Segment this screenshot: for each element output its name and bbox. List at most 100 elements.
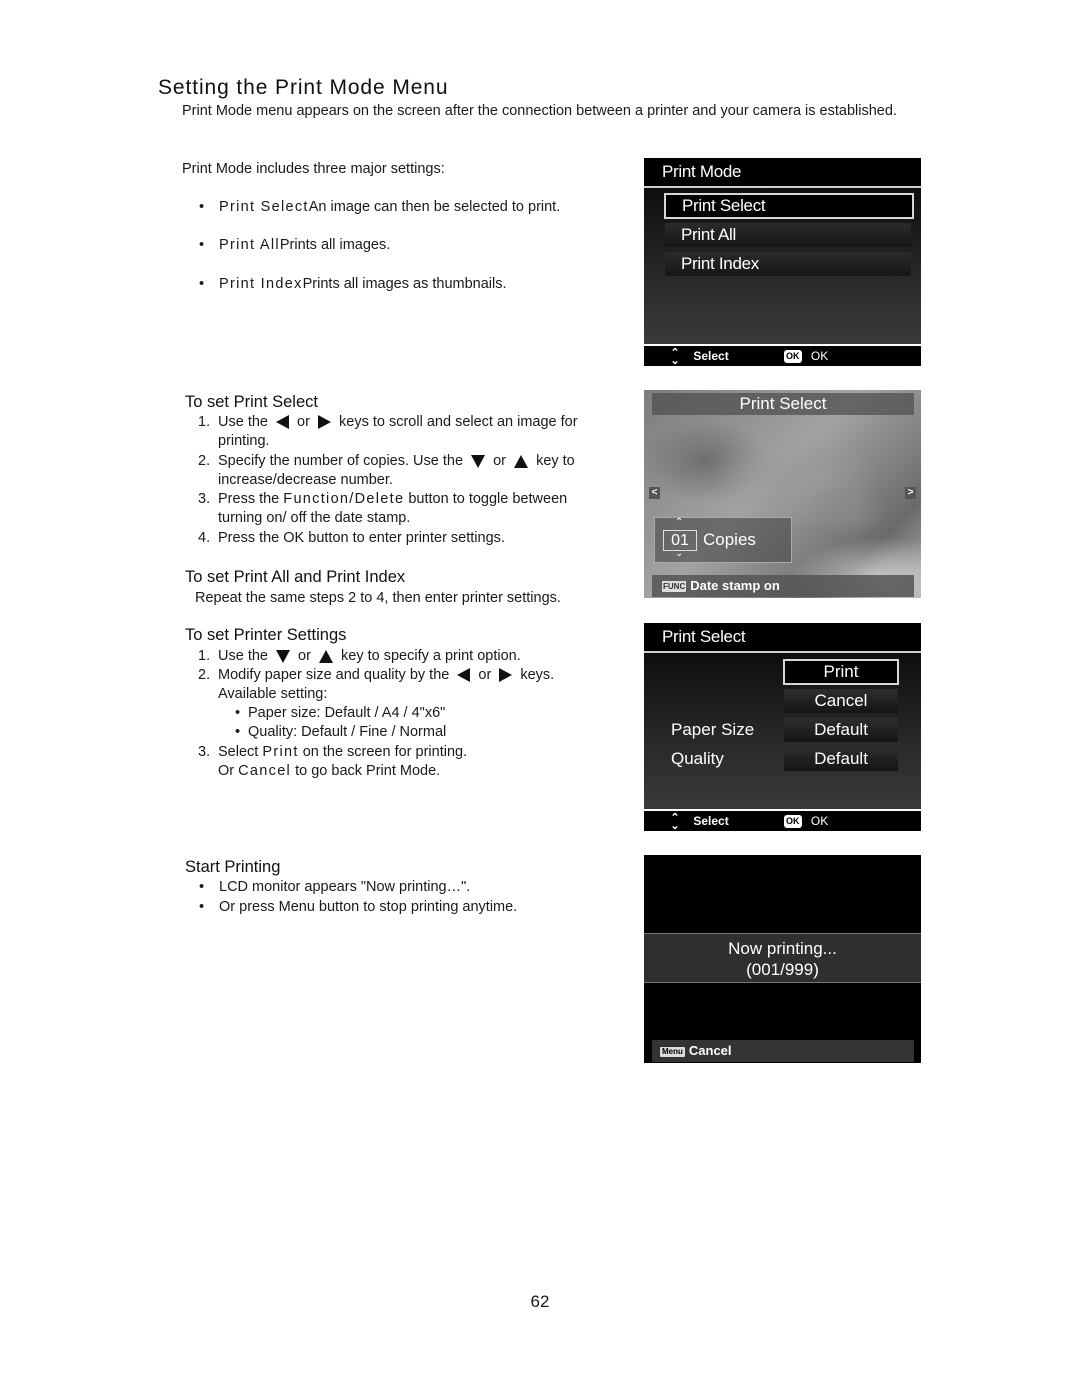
ok-button-icon: OK	[784, 815, 802, 829]
setting-name: Print Index	[219, 276, 303, 292]
screen-body: Print Cancel Paper Size Default Quality …	[644, 653, 921, 809]
footer-ok: OK	[810, 349, 829, 363]
ps-step-2-cont: Available setting:	[218, 686, 328, 702]
down-arrow-icon	[471, 454, 486, 468]
screen-body: Print Select Print All Print Index	[644, 188, 921, 344]
step-number: 2.	[198, 453, 211, 469]
setting-name: Print All	[219, 237, 280, 253]
setting-item-print-index: • Print Index Prints all images as thumb…	[199, 275, 507, 294]
paper-size-select[interactable]: Default	[784, 718, 898, 742]
bullet-text: Or press Menu button to stop printing an…	[219, 899, 518, 915]
step-text: key to	[536, 453, 575, 469]
bullet: •	[199, 237, 205, 253]
menu-item-print-all[interactable]: Print All	[665, 223, 911, 247]
cancel-bar[interactable]: Menu Cancel	[652, 1040, 914, 1062]
decrease-icon[interactable]: ⌄	[675, 548, 683, 559]
ok-button-icon: OK	[784, 350, 802, 364]
step-text: to go back Print Mode.	[291, 763, 441, 779]
prev-image-icon[interactable]: <	[649, 487, 660, 499]
date-stamp-bar: FUNC Date stamp on	[652, 575, 914, 597]
screen-footer: ⌃ ⌄ Select OK OK	[644, 346, 921, 366]
step-text: Use the	[218, 414, 268, 430]
setting-item-print-all: • Print All Prints all images.	[199, 236, 390, 255]
section-title-start-printing: Start Printing	[185, 858, 281, 876]
key-name: Print	[262, 744, 299, 760]
bullet: •	[199, 899, 205, 915]
step-1-cont: printing.	[218, 433, 270, 449]
step-text: or	[493, 453, 506, 469]
bullet: •	[235, 705, 241, 721]
key-name: Cancel	[238, 763, 292, 779]
ps-step-3-cont: Or Cancel to go back Print Mode.	[218, 762, 440, 781]
print-button[interactable]: Print	[783, 659, 899, 685]
up-down-icon: ⌃ ⌄	[670, 811, 680, 831]
screen-footer: ⌃ ⌄ Select OK OK	[644, 811, 921, 831]
right-arrow-icon	[499, 668, 513, 683]
printing-progress: (001/999)	[746, 960, 819, 979]
step-number: 3.	[198, 744, 211, 760]
step-text: Or	[218, 763, 239, 779]
copies-label: Copies	[703, 530, 756, 549]
print-all-index-text: Repeat the same steps 2 to 4, then enter…	[195, 590, 561, 606]
step-number: 1.	[198, 648, 211, 664]
page-number: 62	[530, 1292, 550, 1311]
bullet-text: LCD monitor appears "Now printing…".	[219, 879, 471, 895]
step-text: key to specify a print option.	[341, 648, 521, 664]
sub-bullet-text: Quality: Default / Fine / Normal	[248, 724, 447, 740]
quality-select[interactable]: Default	[784, 747, 898, 771]
right-arrow-icon	[317, 415, 331, 430]
quality-label: Quality	[671, 749, 724, 768]
section-title-printer-settings: To set Printer Settings	[185, 626, 347, 644]
intro-paragraph: Print Mode menu appears on the screen af…	[182, 103, 897, 119]
step-text: or	[298, 648, 311, 664]
up-arrow-icon	[514, 454, 529, 468]
increase-icon[interactable]: ⌃	[675, 517, 683, 528]
start-printing-bullet-2: • Or press Menu button to stop printing a…	[199, 898, 517, 917]
step-text: Modify paper size and quality by the	[218, 667, 450, 683]
step-text: button to toggle between	[404, 491, 568, 507]
step-number: 3.	[198, 491, 211, 507]
up-down-icon: ⌃ ⌄	[670, 346, 680, 366]
step-text: or	[297, 414, 310, 430]
setting-name: Print Select	[219, 199, 309, 215]
left-arrow-icon	[276, 415, 290, 430]
step-text: Specify the number of copies. Use the	[218, 453, 464, 469]
step-text: keys to scroll and select an image for	[339, 414, 578, 430]
down-arrow-icon	[276, 649, 291, 663]
step-3-cont: turning on/ off the date stamp.	[218, 510, 411, 526]
printer-settings-screen: Print Select Print Cancel Paper Size Def…	[644, 623, 921, 831]
step-number: 2.	[198, 667, 211, 683]
now-printing-screen: Now printing... (001/999) Menu Cancel	[644, 855, 921, 1063]
step-text: Press the	[218, 491, 284, 507]
printing-text: Now printing...	[728, 939, 837, 958]
step-text: or	[478, 667, 492, 683]
menu-item-print-index[interactable]: Print Index	[665, 252, 911, 276]
includes-text: Print Mode includes three major settings…	[182, 161, 445, 177]
bullet: •	[235, 724, 241, 740]
sub-bullet-paper-size: • Paper size: Default / A4 / 4"x6"	[235, 704, 445, 723]
ps-step-3: 3. Select Print on the screen for printin…	[198, 743, 467, 762]
up-arrow-icon	[318, 649, 333, 663]
footer-select: Select	[693, 349, 729, 363]
step-number: 4.	[198, 530, 211, 546]
ps-step-2: 2. Modify paper size and quality by the o…	[198, 666, 554, 685]
step-4: 4. Press the OK button to enter printer s…	[198, 529, 505, 548]
next-image-icon[interactable]: >	[905, 487, 916, 499]
setting-desc: Prints all images.	[279, 237, 391, 253]
cancel-text: Cancel	[688, 1043, 732, 1058]
screen-title: Print Mode	[644, 158, 921, 188]
date-stamp-text: Date stamp on	[690, 578, 780, 593]
step-1: 1. Use the or keys to scroll and select a…	[198, 413, 578, 432]
step-text: Press the OK button to enter printer set…	[218, 530, 505, 546]
sub-bullet-text: Paper size: Default / A4 / 4"x6"	[248, 705, 446, 721]
section-title-print-select: To set Print Select	[185, 393, 318, 411]
printing-status: Now printing... (001/999)	[644, 933, 921, 983]
print-mode-screen: Print Mode Print Select Print All Print …	[644, 158, 921, 366]
menu-item-print-select[interactable]: Print Select	[664, 193, 914, 219]
step-text: on the screen for printing.	[298, 744, 468, 760]
cancel-button[interactable]: Cancel	[784, 689, 898, 713]
bullet: •	[199, 276, 205, 292]
screen-title: Print Select	[644, 623, 921, 653]
step-text: Use the	[218, 648, 268, 664]
paper-size-label: Paper Size	[671, 720, 755, 739]
